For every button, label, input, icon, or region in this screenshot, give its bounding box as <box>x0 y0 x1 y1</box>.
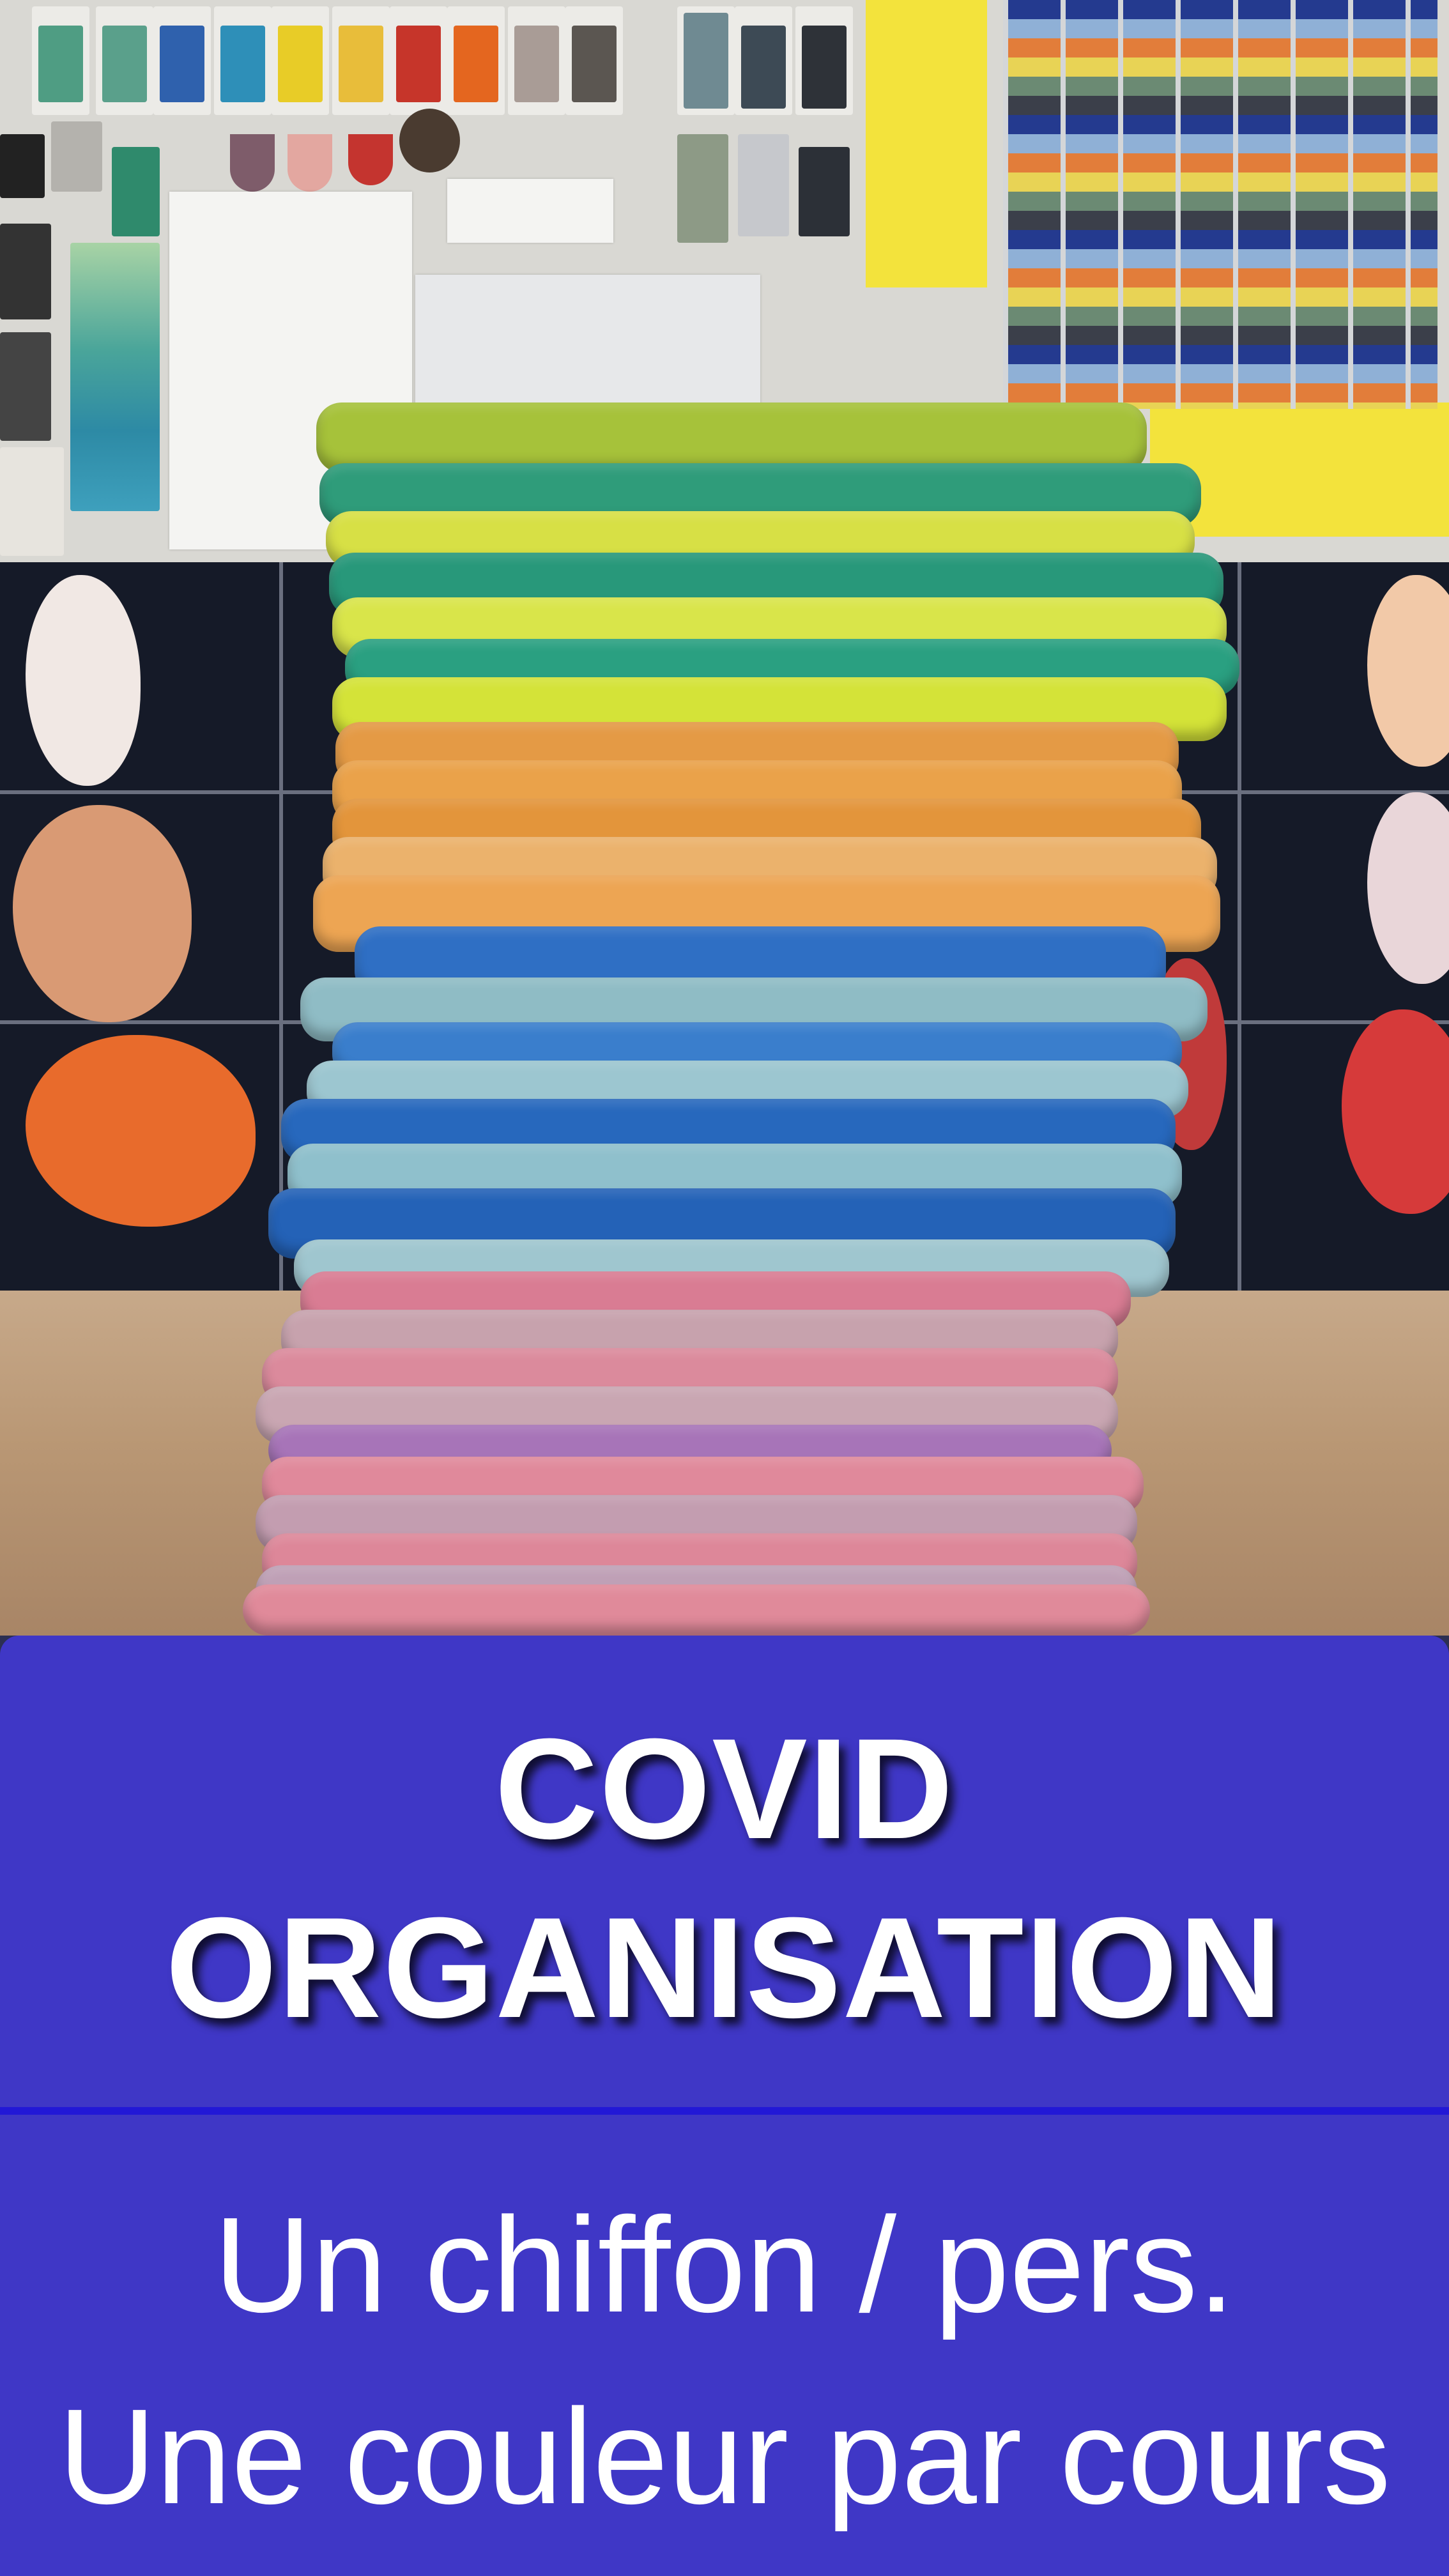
glaze-chart <box>1003 0 1438 409</box>
background-photo <box>0 0 1449 1636</box>
yellow-note <box>866 0 987 288</box>
cloth-green <box>316 402 1147 473</box>
cloth-pink <box>243 1584 1150 1636</box>
subtitle-line-2: Une couleur par cours <box>58 2380 1391 2532</box>
title-line-2: ORGANISATION <box>165 1888 1284 2048</box>
notice-paper-small <box>447 179 613 243</box>
subtitle-line-1: Un chiffon / pers. <box>213 2189 1236 2340</box>
title-line-1: COVID <box>494 1709 954 1869</box>
banner-divider <box>0 2107 1449 2115</box>
